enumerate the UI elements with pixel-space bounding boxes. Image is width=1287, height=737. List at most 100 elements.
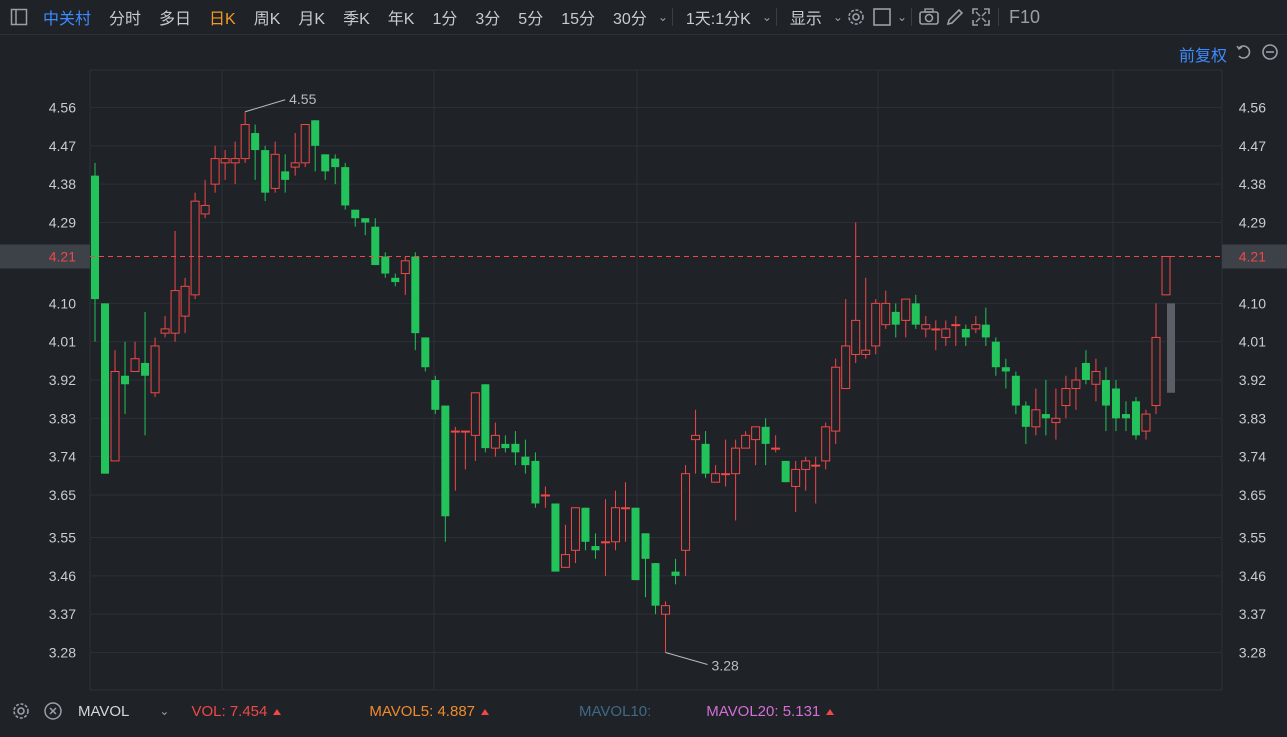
y-tick-label: 3.65 bbox=[1239, 487, 1266, 503]
y-tick-label: 4.47 bbox=[1239, 138, 1266, 154]
candle-body bbox=[981, 324, 990, 338]
candle-body bbox=[481, 384, 490, 449]
camera-icon[interactable] bbox=[916, 4, 942, 30]
candle-body bbox=[270, 153, 280, 189]
current-price-label: 4.21 bbox=[1239, 249, 1266, 265]
y-tick-label: 4.29 bbox=[49, 214, 76, 230]
candle-body bbox=[331, 158, 340, 168]
candle-body bbox=[781, 460, 790, 483]
y-tick-label: 4.10 bbox=[1239, 295, 1266, 311]
candle-body bbox=[931, 328, 941, 331]
indicator-chevron-icon[interactable]: ⌄ bbox=[159, 704, 169, 718]
layout-chevron-icon[interactable]: ⌄ bbox=[897, 10, 907, 24]
candle-body bbox=[570, 507, 580, 551]
candle-body bbox=[761, 426, 770, 444]
candle-body bbox=[1111, 388, 1120, 419]
low-marker-label: 3.28 bbox=[712, 658, 739, 674]
high-marker-line bbox=[244, 99, 286, 113]
tab-3min[interactable]: 3分 bbox=[466, 5, 509, 29]
mavol5-label: MAVOL5: bbox=[369, 702, 434, 720]
toolbar-divider bbox=[671, 8, 673, 26]
settings-gear-icon[interactable] bbox=[843, 4, 869, 30]
y-tick-label: 4.38 bbox=[49, 176, 76, 192]
high-marker-label: 4.55 bbox=[289, 91, 316, 107]
candle-body bbox=[1131, 401, 1140, 436]
y-tick-label: 3.46 bbox=[49, 568, 76, 584]
candle-body bbox=[1051, 417, 1061, 424]
candle-body bbox=[661, 605, 671, 615]
candle-body bbox=[490, 434, 500, 449]
tab-15min[interactable]: 15分 bbox=[552, 5, 604, 29]
candle-body bbox=[501, 443, 510, 449]
indicator-close-icon[interactable] bbox=[42, 700, 64, 722]
candle-body bbox=[121, 375, 130, 385]
range-select[interactable]: 1天:1分K bbox=[677, 5, 760, 29]
candle-body bbox=[881, 302, 891, 326]
indicator-bar: MAVOL ⌄ VOL: 7.454 MAVOL5: 4.887 MAVOL10… bbox=[0, 694, 1287, 728]
candle-body bbox=[141, 362, 150, 376]
candle-body bbox=[681, 473, 691, 551]
indicator-name[interactable]: MAVOL bbox=[78, 703, 129, 720]
candle-body bbox=[641, 533, 650, 559]
candle-body bbox=[1001, 367, 1010, 372]
tab-30min[interactable]: 30分 bbox=[604, 5, 656, 29]
candle-body bbox=[991, 341, 1000, 368]
y-tick-label: 4.29 bbox=[1239, 214, 1266, 230]
candle-body bbox=[811, 464, 821, 467]
range-chevron-icon[interactable]: ⌄ bbox=[762, 10, 772, 24]
candle-body bbox=[671, 571, 680, 576]
tab-monthly-k[interactable]: 月K bbox=[289, 5, 334, 29]
candle-body bbox=[470, 392, 480, 436]
tab-daily-k[interactable]: 日K bbox=[200, 5, 245, 29]
drag-handle-bar bbox=[1167, 303, 1175, 393]
candle-body bbox=[381, 256, 390, 274]
tab-weekly-k[interactable]: 周K bbox=[245, 5, 290, 29]
stock-name[interactable]: 中关村 bbox=[34, 5, 100, 29]
candle-body bbox=[411, 256, 420, 334]
candle-body bbox=[441, 405, 450, 517]
candle-body bbox=[801, 460, 811, 470]
candle-body bbox=[1151, 336, 1161, 407]
candle-body bbox=[321, 154, 330, 172]
tab-quarterly-k[interactable]: 季K bbox=[334, 5, 379, 29]
panel-toggle-icon[interactable] bbox=[10, 8, 28, 26]
candle-body bbox=[1121, 414, 1130, 419]
candle-body bbox=[1081, 362, 1090, 380]
candle-body bbox=[691, 434, 701, 441]
y-tick-label: 4.38 bbox=[1239, 176, 1266, 192]
mavol10-label: MAVOL10: bbox=[579, 702, 652, 720]
display-chevron-icon[interactable]: ⌄ bbox=[833, 10, 843, 24]
candle-body bbox=[1011, 375, 1020, 406]
candle-body bbox=[821, 426, 831, 462]
f10-button[interactable]: F10 bbox=[1003, 7, 1046, 28]
y-tick-label: 4.10 bbox=[49, 295, 76, 311]
candle-body bbox=[791, 468, 801, 487]
candle-body bbox=[610, 507, 620, 543]
display-menu[interactable]: 显示 bbox=[781, 5, 831, 29]
layout-box-icon[interactable] bbox=[869, 4, 895, 30]
fullscreen-icon[interactable] bbox=[968, 4, 994, 30]
y-tick-label: 3.37 bbox=[49, 606, 76, 622]
candlestick-chart[interactable]: 4.56 4.47 4.38 4.29 4.10 4.01 3.92 3.83 3.74 3.65… bbox=[0, 35, 1287, 693]
tab-fenshi[interactable]: 分时 bbox=[100, 5, 150, 29]
candle-body bbox=[1071, 379, 1081, 390]
candle-body bbox=[400, 260, 410, 275]
pencil-icon[interactable] bbox=[942, 4, 968, 30]
tab-multiday[interactable]: 多日 bbox=[150, 5, 200, 29]
vol-readout: VOL: 7.454 bbox=[191, 703, 282, 720]
candles bbox=[91, 111, 1171, 653]
candle-body bbox=[951, 324, 961, 327]
price-axis-right: 4.56 4.47 4.38 4.29 4.10 4.01 3.92 3.83 3.74 3.65… bbox=[1239, 100, 1266, 661]
tab-5min[interactable]: 5分 bbox=[509, 5, 552, 29]
tab-yearly-k[interactable]: 年K bbox=[379, 5, 424, 29]
candle-body bbox=[1141, 413, 1151, 432]
candle-body bbox=[831, 366, 841, 432]
indicator-settings-gear-icon[interactable] bbox=[10, 700, 32, 722]
y-tick-label: 3.83 bbox=[1239, 410, 1266, 426]
more-periods-chevron-icon[interactable]: ⌄ bbox=[658, 10, 668, 24]
tab-1min[interactable]: 1分 bbox=[423, 5, 466, 29]
mavol5-readout: MAVOL5: 4.887 bbox=[369, 702, 490, 720]
candle-body bbox=[170, 290, 180, 334]
candle-body bbox=[361, 218, 370, 223]
candle-body bbox=[1021, 405, 1030, 427]
